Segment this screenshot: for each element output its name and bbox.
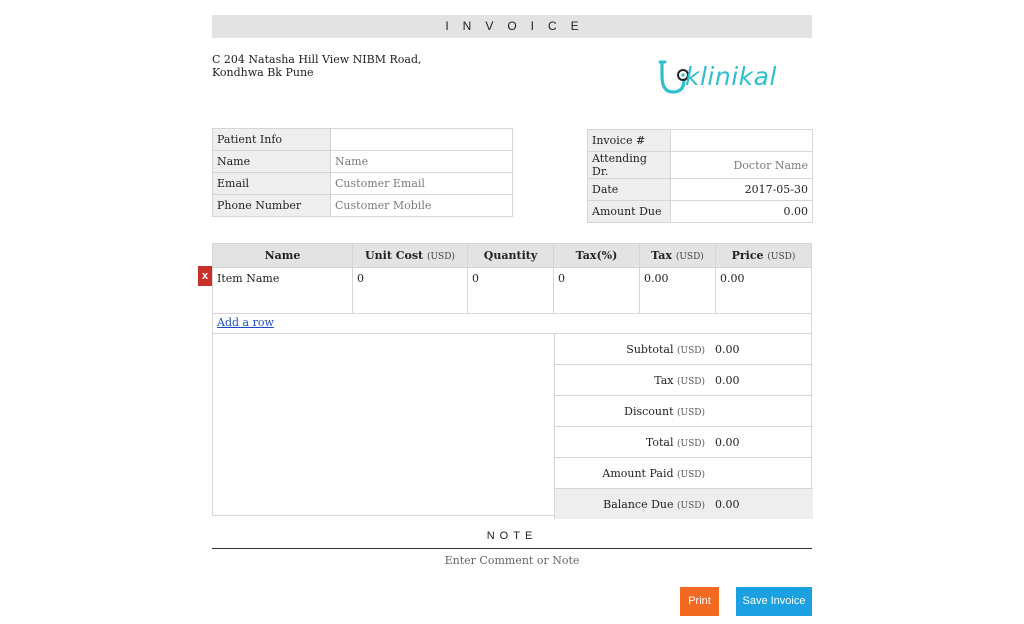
total-label: Total: [645, 435, 674, 449]
subtotal-label: Subtotal: [626, 342, 674, 356]
invoice-title: INVOICE: [445, 19, 593, 33]
logo-text: klinikal: [685, 62, 777, 91]
date-field[interactable]: 2017-05-30: [670, 178, 813, 201]
col-quantity: Quantity: [468, 244, 554, 267]
totals-section: Subtotal (USD) 0.00 Tax (USD) 0.00 Disco…: [212, 334, 813, 519]
invoice-number-label: Invoice #: [587, 129, 671, 152]
invoice-number-field[interactable]: [670, 129, 813, 152]
subtotal-value: 0.00: [715, 342, 740, 356]
col-unit-cost: Unit Cost (USD): [353, 244, 468, 267]
invoice-meta-table: Invoice # Attending Dr. Doctor Name Date…: [587, 129, 813, 223]
address-line-1: C 204 Natasha Hill View NIBM Road,: [212, 53, 422, 66]
patient-info-table: Patient Info Name Name Email Customer Em…: [212, 128, 513, 217]
subtotal-row: Subtotal (USD) 0.00: [555, 334, 813, 365]
table-row: Item Name 0 0 0 0.00 0.00: [213, 267, 811, 313]
balance-due-row: Balance Due (USD) 0.00: [555, 489, 813, 519]
items-table: Name Unit Cost (USD) Quantity Tax(%) Tax…: [212, 243, 812, 314]
patient-info-blank: [330, 128, 513, 151]
print-button[interactable]: Print: [680, 587, 719, 616]
col-price: Price (USD): [731, 249, 796, 262]
address-line-2: Kondhwa Bk Pune: [212, 66, 314, 79]
add-row-link[interactable]: Add a row: [217, 316, 274, 329]
note-title: NOTE: [486, 530, 538, 542]
tax-value: 0.00: [715, 373, 740, 387]
name-field[interactable]: Name: [330, 150, 513, 173]
amount-due-label: Amount Due: [587, 200, 671, 223]
patient-info-label: Patient Info: [212, 128, 331, 151]
date-label: Date: [587, 178, 671, 201]
balance-due-value: 0.00: [715, 497, 740, 511]
close-icon: x: [201, 270, 209, 282]
totals-table: Subtotal (USD) 0.00 Tax (USD) 0.00 Disco…: [554, 334, 813, 519]
item-quantity-field[interactable]: 0: [468, 268, 554, 313]
item-tax-pct-field[interactable]: 0: [554, 268, 640, 313]
email-label: Email: [212, 172, 331, 195]
name-label: Name: [212, 150, 331, 173]
add-row-cell: Add a row: [212, 312, 812, 334]
balance-due-label: Balance Due: [603, 497, 674, 511]
delete-row-button[interactable]: x: [198, 266, 212, 286]
col-tax-pct: Tax(%): [554, 244, 640, 267]
tax-label: Tax: [654, 373, 674, 387]
note-divider: [212, 548, 812, 549]
phone-field[interactable]: Customer Mobile: [330, 194, 513, 217]
amount-paid-label: Amount Paid: [602, 466, 674, 480]
items-header: Name Unit Cost (USD) Quantity Tax(%) Tax…: [213, 244, 811, 267]
doctor-field[interactable]: Doctor Name: [670, 151, 813, 179]
invoice-title-bar: INVOICE: [212, 15, 812, 38]
note-field[interactable]: Enter Comment or Note: [212, 554, 812, 567]
item-name-field[interactable]: Item Name: [213, 268, 353, 313]
company-address: C 204 Natasha Hill View NIBM Road, Kondh…: [212, 53, 472, 79]
save-invoice-button[interactable]: Save Invoice: [736, 587, 812, 616]
total-value: 0.00: [715, 435, 740, 449]
discount-label: Discount: [624, 404, 674, 418]
item-tax-value: 0.00: [640, 268, 716, 313]
tax-row: Tax (USD) 0.00: [555, 365, 813, 396]
item-price-value: 0.00: [720, 272, 745, 285]
col-tax: Tax (USD): [640, 244, 716, 267]
email-field[interactable]: Customer Email: [330, 172, 513, 195]
col-name: Name: [213, 244, 353, 267]
klinikal-logo: klinikal: [656, 56, 816, 102]
total-row: Total (USD) 0.00: [555, 427, 813, 458]
discount-row: Discount (USD): [555, 396, 813, 427]
item-unit-cost-field[interactable]: 0: [353, 268, 468, 313]
doctor-label: Attending Dr.: [587, 151, 671, 179]
amount-paid-row: Amount Paid (USD): [555, 458, 813, 489]
amount-due-value: 0.00: [670, 200, 813, 223]
phone-label: Phone Number: [212, 194, 331, 217]
